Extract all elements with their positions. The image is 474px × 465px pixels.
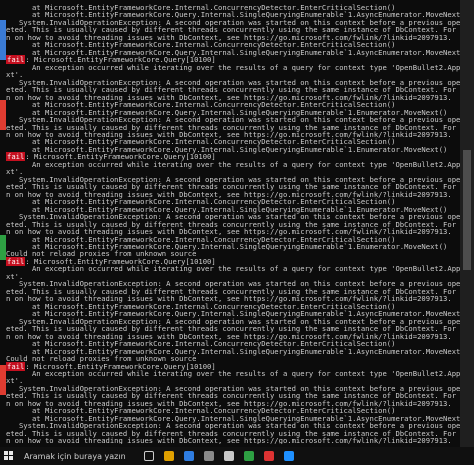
console-line: An exception occurred while iterating ov… <box>6 161 460 168</box>
console-line-text: n on how to avoid threading issues with … <box>6 436 452 444</box>
console-scrollbar[interactable] <box>460 0 474 447</box>
scrollbar-thumb[interactable] <box>463 150 471 270</box>
chrome-icon[interactable] <box>264 451 274 461</box>
app-icon[interactable] <box>244 451 254 461</box>
console-line-text: An exception occurred while iterating ov… <box>31 368 460 378</box>
file-explorer-icon[interactable] <box>164 451 174 461</box>
console-line-text: An exception occurred while iterating ov… <box>31 159 460 169</box>
console-line-text: An exception occurred while iterating ov… <box>31 62 460 72</box>
console-line: An exception occurred while iterating ov… <box>6 265 460 272</box>
task-view-icon[interactable] <box>144 451 154 461</box>
console-line-text: An exception occurred while iterating ov… <box>31 264 460 274</box>
app-icon-2[interactable] <box>284 451 294 461</box>
console-line: n on how to avoid threading issues with … <box>6 437 460 444</box>
console-output[interactable]: at Microsoft.EntityFrameworkCore.Interna… <box>6 4 460 444</box>
taskbar-search-input[interactable]: Aramak için buraya yazın <box>24 452 134 461</box>
console-line: An exception occurred while iterating ov… <box>6 370 460 377</box>
mail-icon[interactable] <box>224 451 234 461</box>
edge-browser-icon[interactable] <box>184 451 194 461</box>
windows-start-icon[interactable] <box>4 451 14 461</box>
console-line: An exception occurred while iterating ov… <box>6 64 460 71</box>
store-icon[interactable] <box>204 451 214 461</box>
taskbar: Aramak için buraya yazın <box>0 447 474 465</box>
